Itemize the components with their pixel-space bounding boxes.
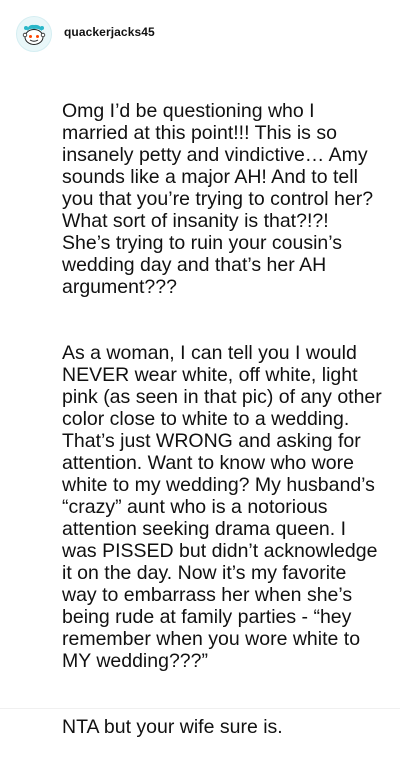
comment-paragraph-1: Omg I’d be questioning who I married at … [62,100,374,298]
user-avatar[interactable] [16,16,52,52]
reddit-snoo-avatar-icon [22,24,46,45]
username[interactable]: quackerjacks45 [64,25,155,39]
comment-header: quackerjacks45 [16,14,155,54]
comment-paragraph-2: As a woman, I can tell you I would NEVER… [62,342,382,672]
comment-body: Omg I’d be questioning who I married at … [62,78,382,782]
comment-paragraph-3: NTA but your wife sure is. [62,716,283,738]
